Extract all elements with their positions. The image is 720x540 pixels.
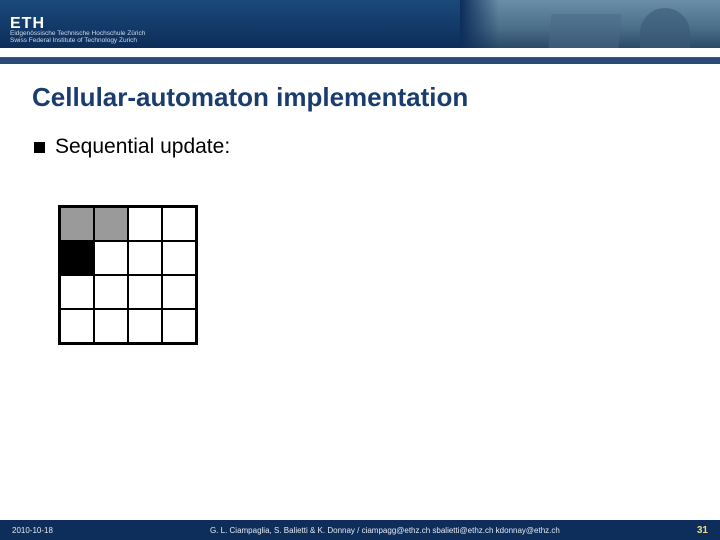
grid-cell <box>128 309 162 343</box>
grid-cell <box>60 207 94 241</box>
grid-cell <box>60 241 94 275</box>
footer-date: 2010-10-18 <box>12 526 53 535</box>
grid-cell <box>128 241 162 275</box>
grid-cell <box>162 241 196 275</box>
grid-cell <box>162 275 196 309</box>
grid-cell <box>60 309 94 343</box>
bullet-text: Sequential update: <box>55 135 230 159</box>
bullet-item: Sequential update: <box>34 135 688 159</box>
grid-cell <box>162 309 196 343</box>
footer-authors: G. L. Ciampaglia, S. Balietti & K. Donna… <box>93 526 677 535</box>
grid-cell <box>60 275 94 309</box>
header-bar: ETH Eidgenössische Technische Hochschule… <box>0 0 720 48</box>
bullet-square-icon <box>34 142 45 153</box>
grid-cell <box>162 207 196 241</box>
footer-page-number: 31 <box>697 525 708 536</box>
eth-subtitle: Eidgenössische Technische Hochschule Zür… <box>10 30 145 44</box>
grid-cell <box>128 275 162 309</box>
header-photo <box>460 0 720 48</box>
eth-subtitle-line2: Swiss Federal Institute of Technology Zu… <box>10 37 137 44</box>
grid-cell <box>94 241 128 275</box>
automaton-grid <box>58 205 198 345</box>
header-divider-white <box>0 48 720 58</box>
grid-cell <box>94 275 128 309</box>
slide-content: Cellular-automaton implementation Sequen… <box>0 64 720 345</box>
grid-cell <box>128 207 162 241</box>
footer-bar: 2010-10-18 G. L. Ciampaglia, S. Balietti… <box>0 520 720 540</box>
slide-title: Cellular-automaton implementation <box>32 82 688 113</box>
grid-cell <box>94 207 128 241</box>
grid-cell <box>94 309 128 343</box>
eth-subtitle-line1: Eidgenössische Technische Hochschule Zür… <box>10 30 145 37</box>
automaton-grid-wrap <box>58 205 688 345</box>
